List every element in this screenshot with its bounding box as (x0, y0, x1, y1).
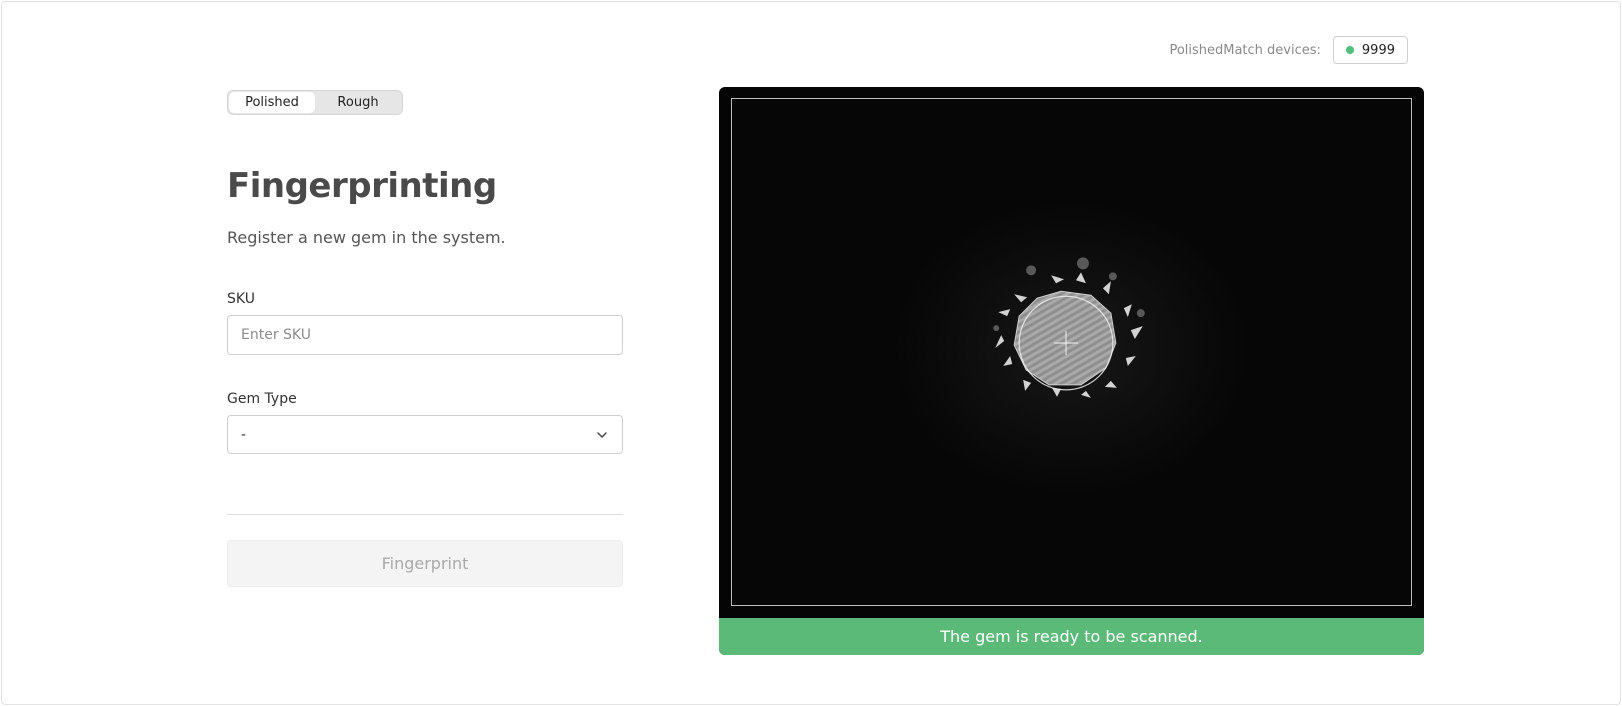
app-frame: PolishedMatch devices: 9999 Polished Rou… (1, 1, 1621, 705)
gem-type-value: - (241, 426, 247, 443)
gem-type-label: Gem Type (227, 391, 297, 407)
camera-viewer: The gem is ready to be scanned. (719, 87, 1424, 655)
scan-status-bar: The gem is ready to be scanned. (719, 618, 1424, 655)
gem-type-select[interactable]: - (227, 415, 623, 454)
sku-label: SKU (227, 291, 255, 307)
devices-badge: 9999 (1332, 36, 1408, 64)
devices-indicator: PolishedMatch devices: 9999 (1169, 36, 1408, 64)
form-divider (227, 514, 623, 515)
mode-toggle: Polished Rough (227, 90, 403, 115)
toggle-rough[interactable]: Rough (315, 92, 401, 113)
status-dot-icon (1345, 46, 1354, 54)
devices-label: PolishedMatch devices: (1169, 42, 1321, 58)
fingerprint-button[interactable]: Fingerprint (227, 540, 623, 587)
sku-input[interactable] (227, 315, 623, 355)
page-subtitle: Register a new gem in the system. (227, 228, 506, 247)
camera-frame (731, 98, 1412, 606)
gem-camera-image (732, 99, 1411, 605)
devices-count: 9999 (1361, 42, 1395, 58)
chevron-down-icon (597, 431, 607, 438)
toggle-polished[interactable]: Polished (229, 92, 315, 113)
page-title: Fingerprinting (227, 166, 497, 206)
scan-status-text: The gem is ready to be scanned. (940, 627, 1203, 646)
